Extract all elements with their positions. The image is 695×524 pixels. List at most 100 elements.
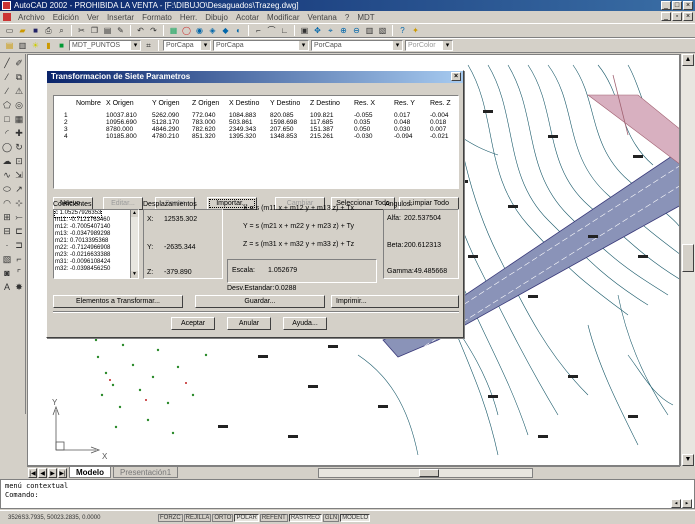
color-combo[interactable]: PorCapa bbox=[163, 40, 211, 51]
menu-item-9[interactable]: Ventana bbox=[303, 13, 340, 22]
polyline-draw-icon[interactable]: ∕ bbox=[2, 86, 12, 96]
coef-item[interactable]: m22: -0.7124966908 bbox=[55, 245, 138, 252]
line-icon[interactable]: ╱ bbox=[2, 58, 12, 68]
undo-icon[interactable]: ↶ bbox=[135, 25, 146, 36]
tab-next-icon[interactable]: ▶ bbox=[48, 467, 57, 478]
anular-button[interactable]: Anular bbox=[227, 317, 271, 330]
move-icon[interactable]: ✚ bbox=[14, 128, 24, 138]
zoom-window-icon[interactable]: ⊕ bbox=[338, 25, 349, 36]
3d-orbit-icon[interactable]: ◐ bbox=[233, 25, 244, 36]
tab-prev-icon[interactable]: ◀ bbox=[38, 467, 47, 478]
lineweight-combo[interactable]: PorCapa bbox=[311, 40, 403, 51]
points-listview[interactable]: Nombre X Origen Y Origen Z Origen X Destino Y… bbox=[53, 95, 459, 189]
status-toggle-polar[interactable]: POLAR bbox=[234, 513, 259, 522]
new-file-icon[interactable]: ▭ bbox=[4, 25, 15, 36]
spline-icon[interactable]: ∿ bbox=[2, 170, 12, 180]
tracking-icon[interactable]: ◈ bbox=[207, 25, 218, 36]
arc-icon[interactable]: ◜ bbox=[2, 128, 12, 138]
paste-icon[interactable]: ▤ bbox=[102, 25, 113, 36]
column-header[interactable]: X Destino bbox=[229, 100, 259, 107]
layer-lock-icon[interactable]: ▮ bbox=[43, 40, 54, 51]
named-views-icon[interactable]: ◆ bbox=[220, 25, 231, 36]
properties-panel-icon[interactable]: ▥ bbox=[364, 25, 375, 36]
menu-item-5[interactable]: Herr. bbox=[176, 13, 201, 22]
coef-item[interactable]: m21: 0.7013395368 bbox=[55, 238, 138, 245]
status-toggle-modelo[interactable]: MODELO bbox=[340, 513, 371, 522]
column-header[interactable]: Y Destino bbox=[270, 100, 300, 107]
menu-item-11[interactable]: MDT bbox=[353, 13, 378, 22]
column-header[interactable]: X Origen bbox=[106, 100, 134, 107]
maximize-button[interactable]: □ bbox=[672, 1, 682, 10]
tab-layout1[interactable]: Presentación1 bbox=[113, 467, 179, 478]
status-toggle-gln[interactable]: GLN bbox=[322, 513, 340, 522]
coef-item[interactable]: m12: -0.7005407140 bbox=[55, 224, 138, 231]
document-icon[interactable] bbox=[3, 13, 11, 21]
break-icon[interactable]: ⊏ bbox=[14, 226, 24, 236]
cut-icon[interactable]: ✂ bbox=[76, 25, 87, 36]
insert-block-icon[interactable]: ⊞ bbox=[2, 212, 12, 222]
object-snap-icon[interactable]: ◯ bbox=[181, 25, 192, 36]
ellipse-icon[interactable]: ⬭ bbox=[2, 184, 12, 194]
menu-item-3[interactable]: Insertar bbox=[103, 13, 138, 22]
linetype-combo[interactable]: PorCapa bbox=[213, 40, 309, 51]
dialog-close-button[interactable]: × bbox=[451, 72, 461, 81]
status-toggle-orto[interactable]: ORTO bbox=[212, 513, 234, 522]
fillet-icon[interactable]: ⌜ bbox=[14, 268, 24, 278]
match-properties-icon[interactable]: ✎ bbox=[115, 25, 126, 36]
extra-tool-icon[interactable]: ✦ bbox=[410, 25, 421, 36]
hscroll-thumb[interactable] bbox=[419, 468, 440, 477]
imprimir-button[interactable]: Imprimir... bbox=[331, 295, 459, 308]
layer-tool-icon[interactable]: ⌐ bbox=[253, 25, 264, 36]
aceptar-button[interactable]: Aceptar bbox=[171, 317, 215, 330]
scroll-up-icon[interactable]: ▲ bbox=[682, 54, 694, 66]
save-icon[interactable]: ■ bbox=[30, 25, 41, 36]
menu-item-6[interactable]: Dibujo bbox=[201, 13, 232, 22]
guardar-button[interactable]: Guardar... bbox=[195, 295, 325, 308]
trim-icon[interactable]: ⊹ bbox=[14, 198, 24, 208]
column-header[interactable]: Z Destino bbox=[310, 100, 340, 107]
array-icon[interactable]: ▦ bbox=[14, 114, 24, 124]
copy-icon[interactable]: ❐ bbox=[89, 25, 100, 36]
menu-item-7[interactable]: Acotar bbox=[232, 13, 263, 22]
layer-state-sun-icon[interactable]: ☀ bbox=[30, 40, 41, 51]
coef-item[interactable]: m13: -0.0347989298 bbox=[55, 231, 138, 238]
coef-item[interactable]: c 1.05257926353 bbox=[54, 210, 103, 218]
tab-last-icon[interactable]: ▶| bbox=[58, 467, 67, 478]
coef-item[interactable]: m32: -0.0398456250 bbox=[55, 266, 138, 273]
doc-minimize-button[interactable]: _ bbox=[661, 12, 671, 21]
layer-previous-icon[interactable]: ⌗ bbox=[143, 40, 154, 51]
scroll-down-icon[interactable]: ▼ bbox=[682, 454, 694, 466]
make-block-icon[interactable]: ⊟ bbox=[2, 226, 12, 236]
revcloud-icon[interactable]: ☁ bbox=[2, 156, 12, 166]
table-row[interactable]: 1 10037.810 5262.090 772.040 1084.883 820.085… bbox=[54, 112, 458, 119]
ucs-icon[interactable]: ◉ bbox=[194, 25, 205, 36]
preview-icon[interactable]: ⌕ bbox=[56, 25, 67, 36]
offset-icon[interactable]: ◎ bbox=[14, 100, 24, 110]
rotate-icon[interactable]: ↻ bbox=[14, 142, 24, 152]
zoom-realtime-icon[interactable]: ⌖ bbox=[325, 25, 336, 36]
command-line[interactable]: menú contextual Comando: ◂ ▸ bbox=[0, 479, 695, 509]
rectangle-icon[interactable]: □ bbox=[2, 114, 12, 124]
pan-icon[interactable]: ✥ bbox=[312, 25, 323, 36]
distance-icon[interactable]: ∟ bbox=[279, 25, 290, 36]
scale-icon[interactable]: ⊡ bbox=[14, 156, 24, 166]
erase-icon[interactable]: ✐ bbox=[14, 58, 24, 68]
column-header[interactable]: Nombre bbox=[76, 100, 101, 107]
menu-item-2[interactable]: Ver bbox=[83, 13, 103, 22]
coeficientes-list[interactable]: c 1.05257926353 m11: -0.7121763460 m12: -0… bbox=[53, 209, 139, 279]
break-at-point-icon[interactable]: ⊐ bbox=[14, 240, 24, 250]
construction-line-icon[interactable]: ⁄ bbox=[2, 72, 12, 82]
coef-item[interactable]: m31: -0.0096108424 bbox=[55, 259, 138, 266]
help-icon[interactable]: ? bbox=[397, 25, 408, 36]
column-header[interactable]: Y Origen bbox=[152, 100, 180, 107]
region-icon[interactable]: ◙ bbox=[2, 268, 12, 278]
copy-object-icon[interactable]: ⧉ bbox=[14, 72, 24, 82]
layer-combo[interactable]: MDT_PUNTOS bbox=[69, 40, 141, 51]
mirror-icon[interactable]: ⚠ bbox=[14, 86, 24, 96]
menu-item-10[interactable]: ? bbox=[341, 13, 353, 22]
tab-first-icon[interactable]: |◀ bbox=[28, 467, 37, 478]
scroll-thumb[interactable] bbox=[682, 244, 694, 272]
coef-scroll-up-icon[interactable]: ▲ bbox=[131, 210, 138, 217]
column-header[interactable]: Res. Y bbox=[394, 100, 415, 107]
lengthen-icon[interactable]: ↗ bbox=[14, 184, 24, 194]
